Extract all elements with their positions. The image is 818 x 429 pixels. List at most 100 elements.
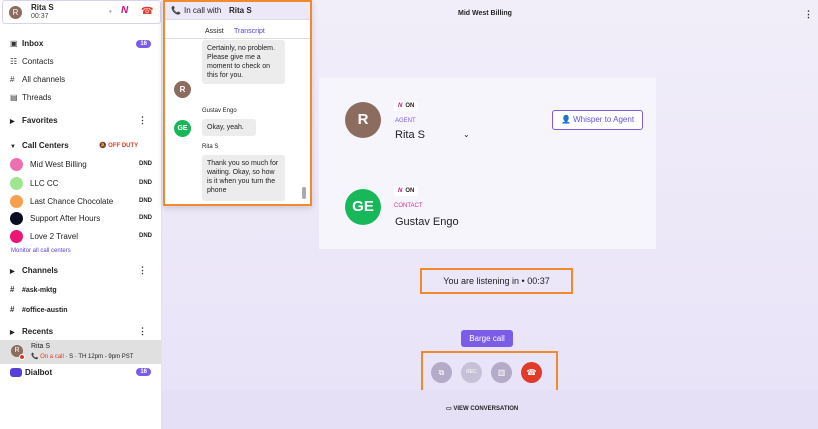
call-center-item[interactable]: Support After Hours DND [10, 212, 152, 226]
agent-avatar: R [345, 102, 381, 138]
on-call-status-icon [19, 354, 25, 360]
caller-avatar: R [9, 6, 22, 19]
bell-off-icon: 🔕 [99, 143, 107, 149]
monitor-call-centers-link[interactable]: Monitor all call centers [11, 248, 71, 254]
call-center-status: DND [139, 161, 152, 167]
call-center-name: Love 2 Travel [30, 232, 79, 241]
call-center-status: DND [139, 233, 152, 239]
favorites-menu-icon[interactable]: ⋮ [138, 115, 147, 126]
transcript-speaker: Gustav Engo [202, 108, 237, 114]
channels-label: Channels [22, 266, 59, 275]
call-center-color-icon [10, 177, 23, 190]
page-title: Mid West Billing [458, 10, 512, 17]
nav-all-channels[interactable]: # All channels [10, 75, 65, 84]
phone-icon: 📞 [31, 354, 41, 360]
recents-label: Recents [22, 327, 54, 336]
call-timer: 00:37 [31, 13, 49, 20]
caller-name: Rita S [31, 3, 54, 12]
call-center-status: DND [139, 198, 152, 204]
transcript-message: Okay, yeah. [202, 119, 256, 136]
popup-title-prefix: In call with [184, 6, 222, 15]
recent-item[interactable]: R Rita S 📞 On a call · S · TH 12pm - 9pm… [0, 340, 161, 364]
whisper-icon: 👤 [560, 115, 574, 124]
more-options-icon[interactable]: ⋮ [804, 9, 813, 20]
avatar: GE [174, 120, 191, 137]
nav-inbox[interactable]: ▣ Inbox [10, 39, 43, 48]
tab-assist[interactable]: Assist [205, 28, 224, 35]
popup-header: 📞 In call with Rita S [165, 2, 310, 20]
dialpad-logo-icon: N [121, 5, 129, 16]
listening-status: You are listening in • 00:37 [420, 268, 573, 294]
inbox-badge: 16 [136, 40, 151, 48]
transcript-speaker: Rita S [202, 144, 219, 150]
hash-icon: # [10, 285, 15, 294]
dot-icon: • [109, 7, 112, 16]
call-center-item[interactable]: Mid West Billing DND [10, 158, 152, 172]
dialpad-logo-icon: N [398, 188, 403, 194]
nav-contacts[interactable]: ☷ Contacts [10, 57, 54, 66]
call-center-color-icon [10, 158, 23, 171]
nav-all-channels-label: All channels [22, 75, 66, 84]
call-center-name: Support After Hours [30, 214, 101, 223]
nav-threads-label: Threads [22, 93, 52, 102]
hangup-icon[interactable]: ☎ [141, 6, 153, 17]
barge-call-button[interactable]: Barge call [461, 330, 513, 347]
contacts-icon: ☷ [10, 57, 18, 66]
whisper-label: Whisper to Agent [573, 115, 635, 124]
hold-icon[interactable]: ▥ [491, 362, 512, 383]
channels-section[interactable]: ▶ Channels [10, 266, 58, 275]
off-duty-status[interactable]: 🔕 OFF DUTY [99, 142, 138, 149]
tab-transcript[interactable]: Transcript [234, 28, 265, 35]
dialbot-badge: 16 [136, 368, 151, 376]
recents-section[interactable]: ▶ Recents [10, 327, 53, 336]
dialbot-label: Dialbot [25, 368, 53, 377]
transcript-message: Certainly, no problem. Please give me a … [202, 40, 285, 84]
dialbot-icon [10, 368, 22, 378]
call-center-item[interactable]: Last Chance Chocolate DND [10, 195, 152, 209]
contact-avatar: GE [345, 189, 381, 225]
popup-title-name: Rita S [229, 6, 252, 15]
transcript-popup: 📞 In call with Rita S Assist Transcript … [163, 0, 312, 206]
recent-item-schedule: · S · TH 12pm - 9pm PST [63, 354, 134, 360]
view-conversation-button[interactable]: ▭ VIEW CONVERSATION [446, 405, 518, 412]
recents-menu-icon[interactable]: ⋮ [138, 326, 147, 337]
nav-inbox-label: Inbox [22, 39, 44, 48]
tab-divider [165, 38, 310, 39]
call-center-name: LLC CC [30, 179, 59, 188]
contact-name: Gustav Engo [395, 216, 459, 228]
call-center-item[interactable]: LLC CC DND [10, 177, 152, 191]
nav-contacts-label: Contacts [22, 57, 54, 66]
agent-dropdown-chevron-icon[interactable]: ⌄ [463, 130, 470, 139]
scrollbar[interactable] [302, 187, 306, 199]
listening-timer: 00:37 [527, 276, 550, 286]
channels-menu-icon[interactable]: ⋮ [138, 265, 147, 276]
call-center-status: DND [139, 215, 152, 221]
recent-item-name: Rita S [31, 343, 51, 350]
sidebar: R Rita S 00:37 • N ☎ ▣ Inbox 16 ☷ Contacts… [0, 0, 162, 429]
inbox-icon: ▣ [10, 39, 18, 48]
favorites-section[interactable]: ▶ Favorites [10, 116, 58, 125]
channel-item[interactable]: # #office-austin [10, 305, 68, 314]
channel-name: #ask-mktg [22, 287, 57, 294]
phone-listen-icon: 📞 [171, 6, 181, 15]
hash-icon: # [10, 75, 15, 84]
call-center-color-icon [10, 195, 23, 208]
whisper-to-agent-button[interactable]: 👤 Whisper to Agent [552, 110, 643, 130]
threads-icon: ▤ [10, 93, 18, 102]
transfer-icon[interactable]: ⧉ [431, 362, 452, 383]
agent-on-pill: N ON [394, 101, 419, 111]
transcript-message: Thank you so much for waiting. Okay, so … [202, 155, 285, 201]
dialbot-item[interactable]: Dialbot [10, 368, 53, 378]
record-button[interactable]: REC [461, 362, 482, 383]
agent-name: Rita S [395, 129, 425, 141]
contact-on-pill: N ON [394, 186, 419, 196]
call-centers-section[interactable]: ▼ Call Centers [10, 141, 69, 150]
nav-threads[interactable]: ▤ Threads [10, 93, 51, 102]
call-center-item[interactable]: Love 2 Travel DND [10, 230, 152, 244]
hangup-icon[interactable]: ☎ [521, 362, 542, 383]
recent-item-status: On a call [40, 354, 64, 360]
active-call-bar[interactable]: R Rita S 00:37 • N ☎ [2, 0, 161, 24]
contact-role: CONTACT [394, 203, 423, 209]
call-center-color-icon [10, 230, 23, 243]
channel-item[interactable]: # #ask-mktg [10, 285, 57, 294]
